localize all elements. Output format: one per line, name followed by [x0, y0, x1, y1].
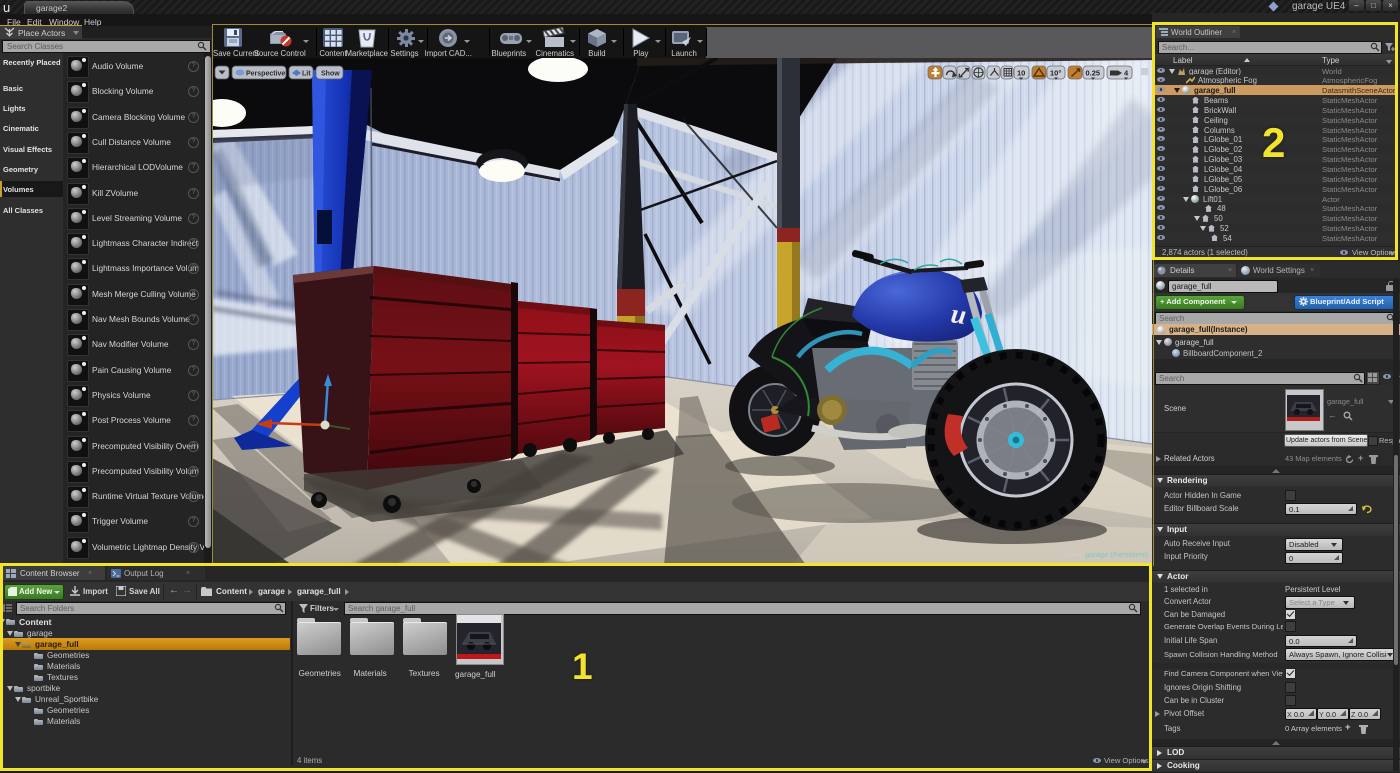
svg-text:Level:: Level:: [1063, 550, 1083, 559]
svg-text:10°: 10°: [1050, 69, 1061, 78]
svg-text:Perspective: Perspective: [246, 70, 285, 77]
svg-text:10: 10: [1017, 69, 1025, 78]
svg-text:Lit: Lit: [302, 70, 311, 77]
svg-text:Show: Show: [321, 70, 340, 77]
svg-text:garage (Persistent): garage (Persistent): [1085, 550, 1149, 559]
svg-text:0.25: 0.25: [1086, 69, 1101, 78]
